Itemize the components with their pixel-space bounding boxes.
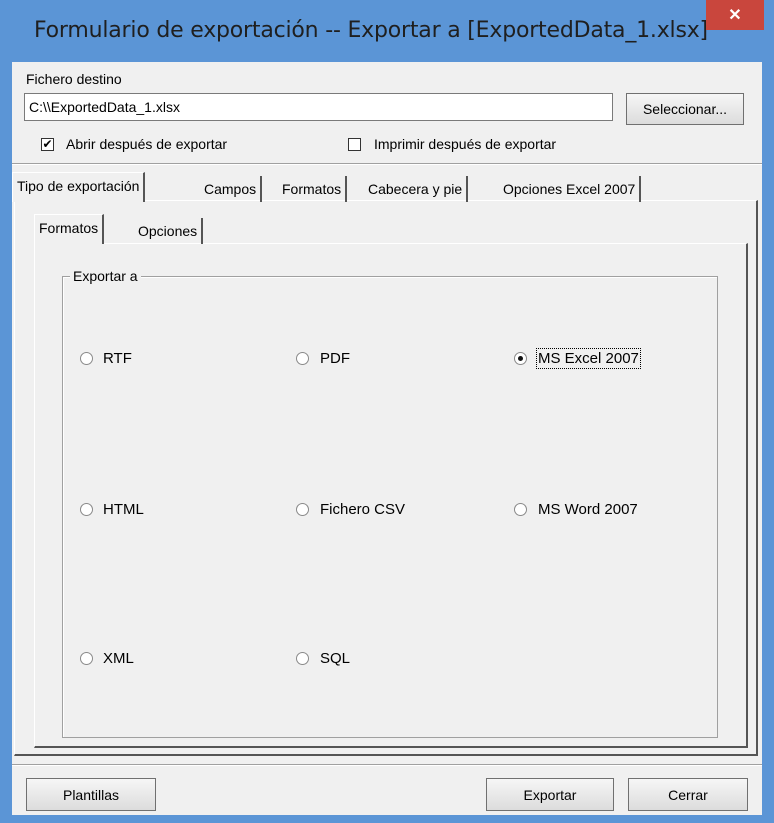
export-button[interactable]: Exportar: [486, 778, 614, 811]
subtab-options[interactable]: Opciones: [134, 218, 204, 244]
select-file-button[interactable]: Seleccionar...: [626, 93, 744, 125]
radio-csv[interactable]: [296, 503, 309, 516]
title-bar[interactable]: Formulario de exportación -- Exportar a …: [0, 0, 774, 62]
radio-excel-2007-label[interactable]: MS Excel 2007: [536, 348, 641, 369]
close-button[interactable]: Cerrar: [628, 778, 748, 811]
radio-xml-label[interactable]: XML: [103, 650, 134, 667]
tab-header-footer[interactable]: Cabecera y pie: [364, 176, 469, 202]
radio-sql[interactable]: [296, 652, 309, 665]
destination-label: Fichero destino: [26, 71, 122, 87]
window-title: Formulario de exportación -- Exportar a …: [34, 18, 708, 43]
separator: [12, 163, 762, 165]
radio-pdf-label[interactable]: PDF: [320, 350, 350, 367]
radio-csv-label[interactable]: Fichero CSV: [320, 501, 405, 518]
radio-word-2007-label[interactable]: MS Word 2007: [538, 501, 638, 518]
open-after-export-checkbox[interactable]: ✔: [41, 138, 54, 151]
radio-xml[interactable]: [80, 652, 93, 665]
export-to-title: Exportar a: [70, 268, 141, 284]
radio-html-label[interactable]: HTML: [103, 501, 144, 518]
radio-rtf-label[interactable]: RTF: [103, 350, 132, 367]
open-after-export-label[interactable]: Abrir después de exportar: [66, 136, 227, 152]
radio-rtf[interactable]: [80, 352, 93, 365]
close-icon: ✕: [728, 7, 742, 24]
radio-excel-2007[interactable]: [514, 352, 527, 365]
tab-fields[interactable]: Campos: [200, 176, 263, 202]
radio-sql-label[interactable]: SQL: [320, 650, 350, 667]
tab-export-type[interactable]: Tipo de exportación: [12, 172, 146, 202]
print-after-export-checkbox[interactable]: [348, 138, 361, 151]
destination-path-input[interactable]: C:\\ExportedData_1.xlsx: [24, 93, 613, 121]
radio-html[interactable]: [80, 503, 93, 516]
close-window-button[interactable]: ✕: [706, 0, 764, 30]
radio-selected-dot: [518, 356, 523, 361]
print-after-export-label[interactable]: Imprimir después de exportar: [374, 136, 556, 152]
footer-separator: [12, 764, 762, 766]
templates-button[interactable]: Plantillas: [26, 778, 156, 811]
radio-pdf[interactable]: [296, 352, 309, 365]
export-dialog: Formulario de exportación -- Exportar a …: [0, 0, 774, 823]
radio-word-2007[interactable]: [514, 503, 527, 516]
tab-excel-options[interactable]: Opciones Excel 2007: [499, 176, 642, 202]
tab-formats[interactable]: Formatos: [278, 176, 348, 202]
subtab-formats[interactable]: Formatos: [34, 214, 105, 244]
